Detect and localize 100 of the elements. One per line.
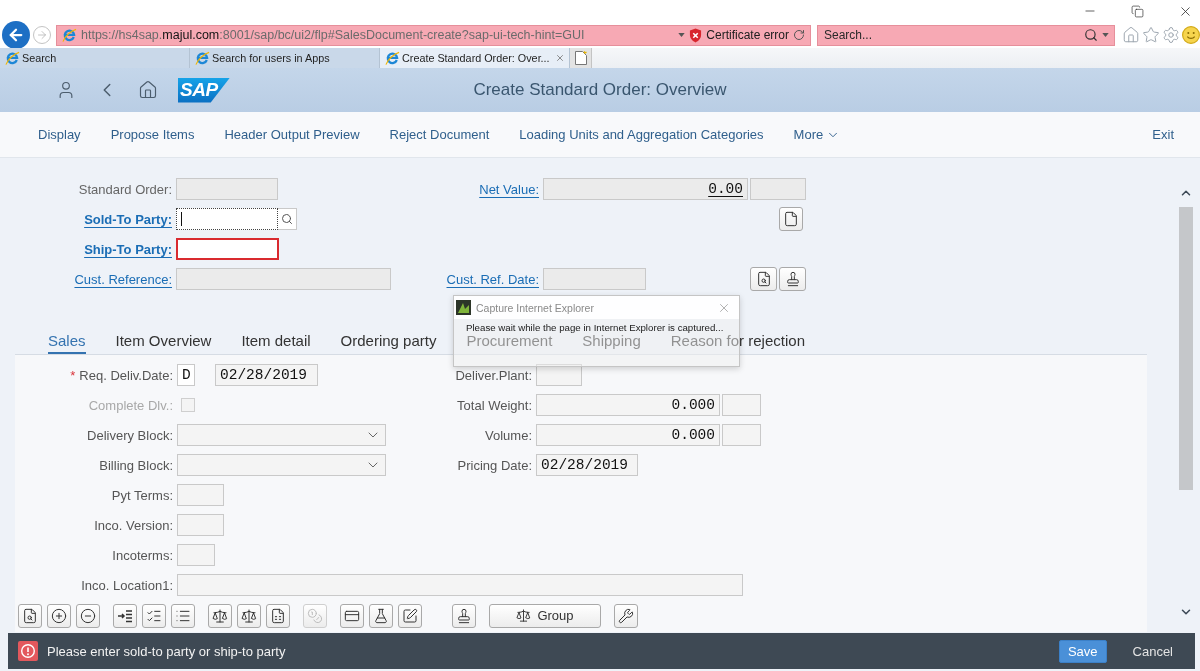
logo[interactable]: SAP xyxy=(178,77,230,103)
field-link[interactable]: Cust. Reference: xyxy=(74,271,172,287)
toolbar-button[interactable] xyxy=(142,603,166,628)
toolbar-button[interactable] xyxy=(208,603,232,628)
field-label: Inco. Version: xyxy=(94,517,173,533)
field-link[interactable]: Ship-To Party: xyxy=(84,241,172,257)
pen-icon xyxy=(402,607,418,624)
toolbar-button[interactable]: Propose Items xyxy=(95,119,210,150)
dropdown-field[interactable] xyxy=(177,454,386,476)
certificate-error-button[interactable]: Certificate error xyxy=(706,28,789,42)
menu-button[interactable]: More xyxy=(778,119,856,150)
document-search-icon xyxy=(22,607,38,624)
field-label: Inco. Location1: xyxy=(81,577,173,593)
toolbar-button[interactable] xyxy=(171,603,195,628)
back-button[interactable] xyxy=(2,21,30,49)
field-label: Req. Deliv.Date: xyxy=(79,367,173,383)
input-field[interactable] xyxy=(176,208,278,230)
input-field: 0.00 xyxy=(543,178,748,200)
dropdown-icon[interactable] xyxy=(1102,33,1109,37)
message-text: Please enter sold-to party or ship-to party xyxy=(47,643,287,659)
document-icon xyxy=(783,211,799,227)
toolbar-button[interactable] xyxy=(750,267,777,291)
group-button[interactable]: Group xyxy=(489,603,601,628)
unit-field xyxy=(750,178,806,200)
shield-error-icon xyxy=(689,27,703,43)
toolbar-button[interactable] xyxy=(452,603,476,628)
restore-icon[interactable] xyxy=(1131,4,1144,18)
browser-icon xyxy=(385,50,400,66)
indent-icon xyxy=(117,607,133,624)
date-field[interactable]: 02/28/2019 xyxy=(215,364,318,386)
field-link[interactable]: Sold-To Party: xyxy=(84,211,172,227)
unit-field[interactable] xyxy=(722,424,761,446)
address-field[interactable]: https://hs4sap.majul.com:8001/sap/bc/ui2/flp#SalesDocument-create?sap-ui-tech-hint=GUI Certificate error xyxy=(56,24,811,46)
scale-icon xyxy=(212,607,228,624)
cursor-icon xyxy=(181,212,182,226)
toolbar-button[interactable] xyxy=(47,603,71,628)
refresh-icon[interactable] xyxy=(793,29,805,41)
dropdown-icon[interactable] xyxy=(678,33,686,37)
field-label: Complete Dlv.: xyxy=(88,397,173,413)
home-icon[interactable] xyxy=(138,80,158,100)
toolbar-button[interactable]: Loading Units and Aggregation Categories xyxy=(504,119,779,150)
field-label: Pricing Date: xyxy=(457,457,532,473)
exit-button[interactable]: Exit xyxy=(1137,119,1189,150)
spreadsheet-icon xyxy=(270,607,286,624)
search-button[interactable] xyxy=(278,208,297,230)
tab[interactable]: Item Overview xyxy=(115,332,212,354)
document-search-icon xyxy=(755,271,772,287)
field-link[interactable]: Net Value: xyxy=(479,181,539,197)
field-label: Deliver.Plant: xyxy=(455,367,532,383)
dropdown-field[interactable] xyxy=(177,424,386,446)
toolbar-button[interactable] xyxy=(113,603,137,628)
flask-icon xyxy=(373,607,389,624)
toolbar-button[interactable] xyxy=(340,603,364,628)
stamp-icon xyxy=(456,607,472,624)
smiley-icon[interactable] xyxy=(1182,26,1200,44)
page-title: Create Standard Order: Overview xyxy=(473,80,727,100)
toolbar-button[interactable]: Reject Document xyxy=(374,119,505,150)
tab[interactable]: Item detail xyxy=(241,332,311,354)
toolbar-button[interactable]: Header Output Preview xyxy=(209,119,375,150)
toolbar-button[interactable] xyxy=(614,603,638,628)
search-field[interactable]: Search... xyxy=(817,24,1115,46)
star-icon[interactable] xyxy=(1142,26,1160,44)
browser-tab[interactable]: Search for users in Apps xyxy=(190,48,380,68)
document-icon xyxy=(574,51,587,65)
field-label: Volume: xyxy=(485,427,532,443)
tab[interactable]: Ordering party xyxy=(340,332,437,354)
search-input[interactable]: Search... xyxy=(823,26,1080,44)
toolbar-button[interactable] xyxy=(398,603,422,628)
input-field[interactable] xyxy=(176,238,279,260)
new-tab-button[interactable] xyxy=(570,48,592,68)
browser-icon xyxy=(62,27,77,43)
browser-tab[interactable]: Create Standard Order: Over... xyxy=(380,48,570,68)
toolbar-button[interactable] xyxy=(18,603,42,628)
url-text[interactable]: https://hs4sap.majul.com:8001/sap/bc/ui2/flp#SalesDocument-create?sap-ui-tech-hint=GUI xyxy=(81,28,675,42)
scrollbar-thumb[interactable] xyxy=(1179,207,1193,490)
toolbar-button[interactable] xyxy=(779,267,806,291)
search-icon xyxy=(281,213,293,225)
unit-field[interactable] xyxy=(722,394,761,416)
field-label: Delivery Block: xyxy=(87,427,173,443)
cancel-button[interactable]: Cancel xyxy=(1123,639,1182,663)
close-icon[interactable] xyxy=(555,53,565,63)
toolbar-button[interactable]: Display xyxy=(23,119,96,150)
input-field[interactable]: D xyxy=(177,364,195,386)
field-label: Incoterms: xyxy=(112,547,173,563)
toolbar-button[interactable] xyxy=(237,603,261,628)
document-button[interactable] xyxy=(779,207,803,231)
scale-icon xyxy=(241,607,257,624)
input-field[interactable]: 0.000 xyxy=(536,394,720,416)
field-link[interactable]: Cust. Ref. Date: xyxy=(446,271,539,287)
input-field[interactable]: 02/28/2019 xyxy=(536,454,638,476)
toolbar-button[interactable] xyxy=(76,603,100,628)
required-marker: * xyxy=(70,367,76,383)
field-label: Billing Block: xyxy=(99,457,173,473)
input-field[interactable]: 0.000 xyxy=(536,424,720,446)
browser-icon xyxy=(195,50,210,66)
toolbar-button[interactable] xyxy=(266,603,290,628)
search-icon[interactable] xyxy=(1084,28,1098,42)
browser-tab[interactable]: Search xyxy=(0,48,190,68)
dialog-title: Capture Internet Explorer xyxy=(476,301,595,314)
toolbar-button[interactable] xyxy=(369,603,393,628)
